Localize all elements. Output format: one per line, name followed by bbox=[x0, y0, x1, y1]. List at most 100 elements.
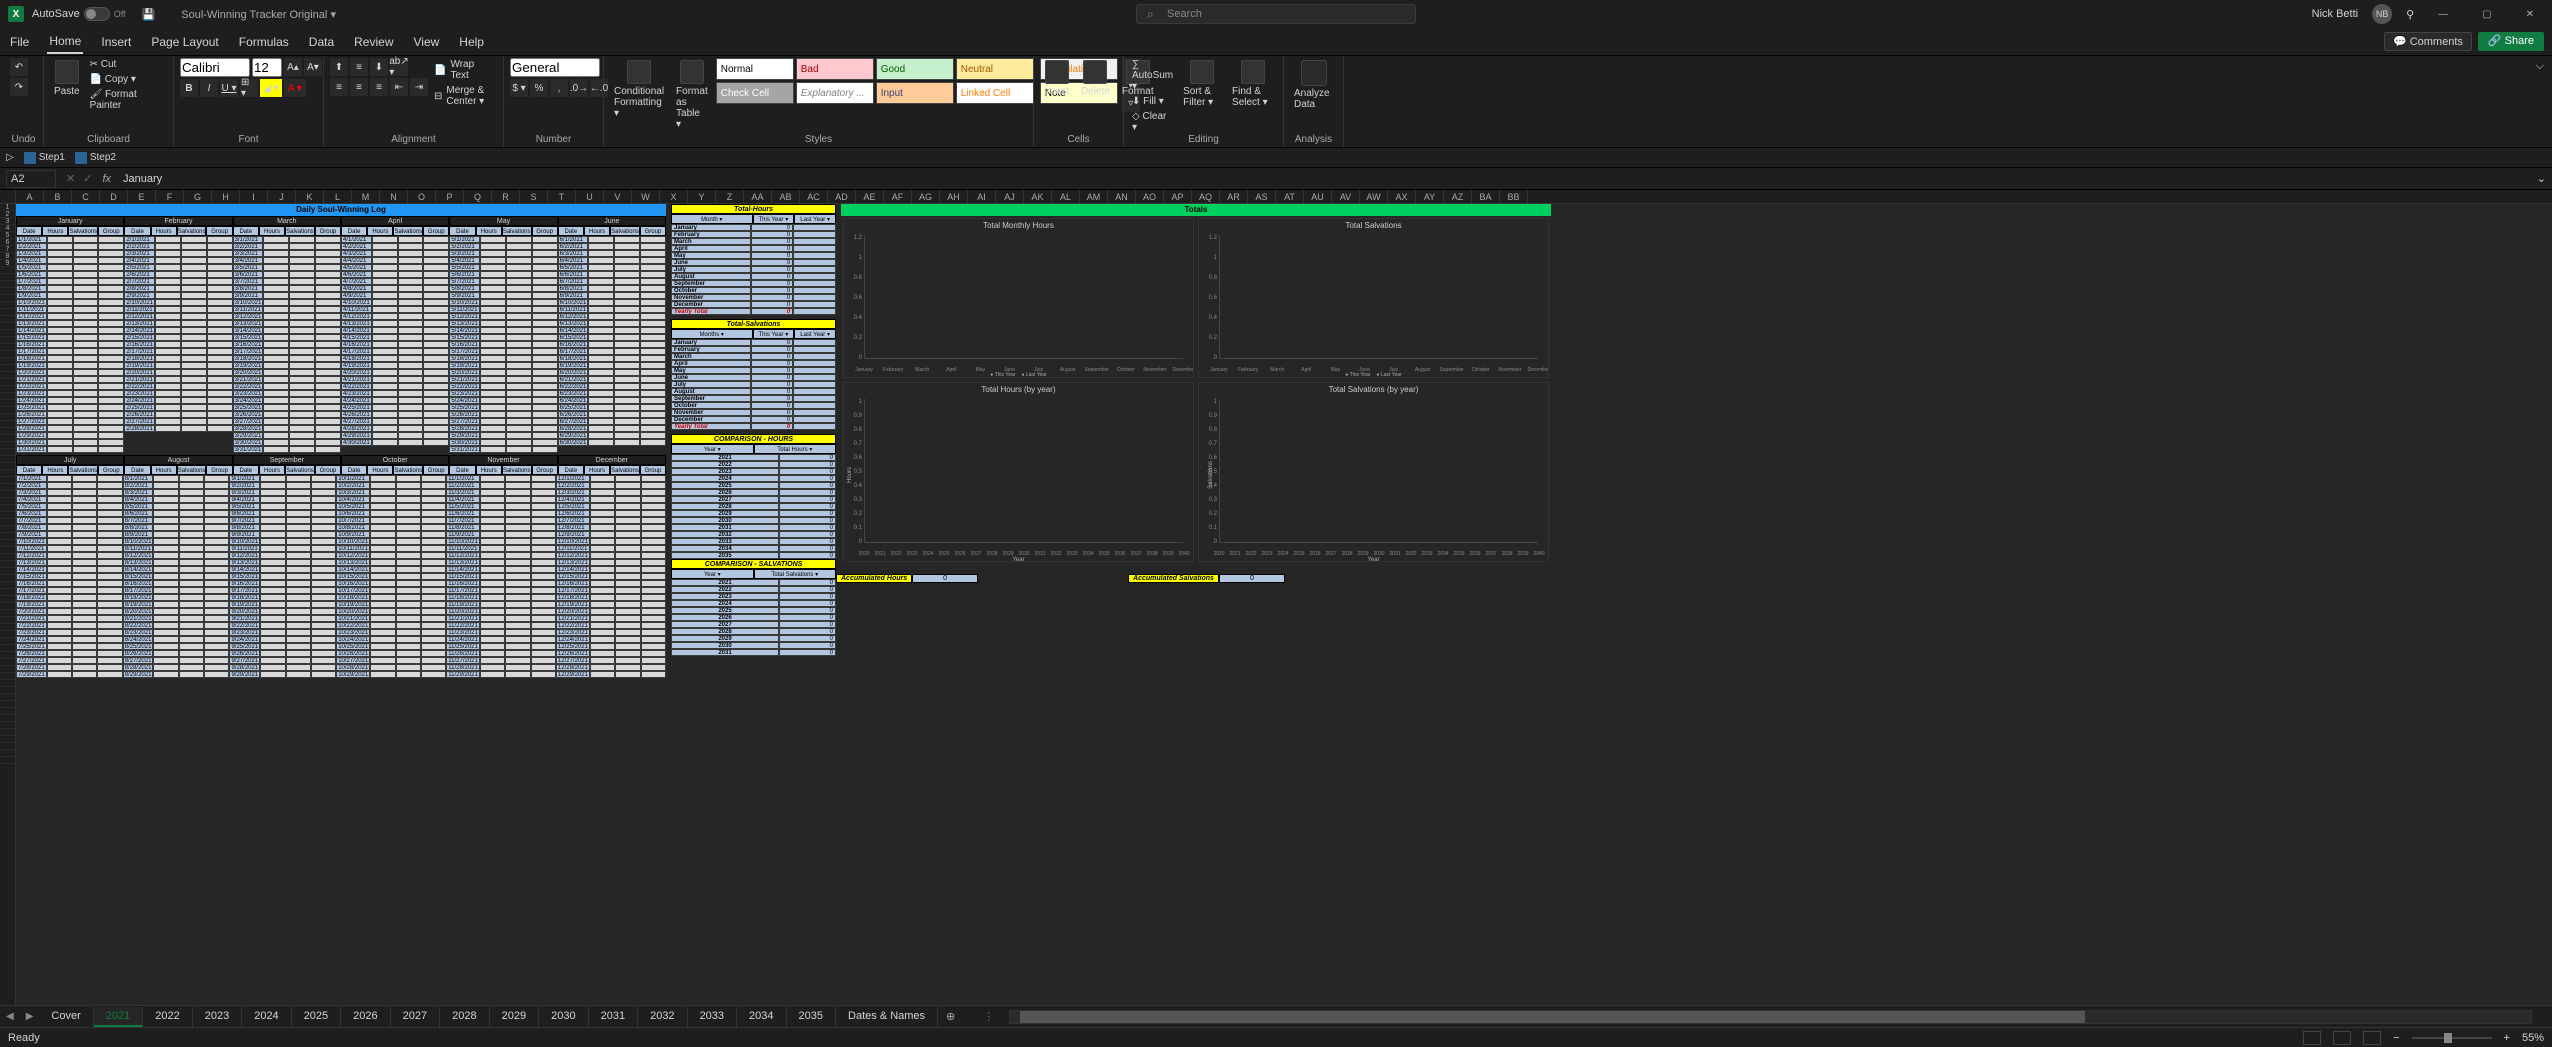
row-header-28[interactable] bbox=[0, 393, 15, 400]
log-cell[interactable]: 4/6/2021 bbox=[341, 271, 372, 278]
log-cell[interactable] bbox=[615, 545, 640, 552]
row-header-6[interactable]: 6 bbox=[0, 239, 15, 246]
log-cell[interactable] bbox=[396, 664, 421, 671]
log-cell[interactable] bbox=[263, 271, 289, 278]
log-cell[interactable]: 9/9/2021 bbox=[229, 531, 260, 538]
log-cell[interactable]: 6/10/2021 bbox=[558, 299, 589, 306]
log-cell[interactable]: 4/30/2021 bbox=[341, 439, 372, 446]
log-cell[interactable] bbox=[506, 306, 532, 313]
col-header-AT[interactable]: AT bbox=[1276, 190, 1304, 203]
select-all-corner[interactable] bbox=[0, 190, 16, 203]
log-cell[interactable] bbox=[181, 404, 207, 411]
log-cell[interactable] bbox=[263, 243, 289, 250]
log-cell[interactable]: 6/1/2021 bbox=[558, 236, 589, 243]
log-cell[interactable]: 3/21/2021 bbox=[233, 376, 264, 383]
log-cell[interactable] bbox=[153, 629, 178, 636]
log-cell[interactable] bbox=[311, 580, 336, 587]
log-cell[interactable] bbox=[286, 503, 311, 510]
log-cell[interactable] bbox=[641, 629, 666, 636]
log-cell[interactable] bbox=[396, 587, 421, 594]
total-row-April[interactable]: April0 bbox=[671, 360, 836, 367]
log-cell[interactable]: 10/11/2021 bbox=[336, 545, 370, 552]
log-cell[interactable] bbox=[289, 313, 315, 320]
log-cell[interactable] bbox=[398, 292, 424, 299]
col-header-Q[interactable]: Q bbox=[464, 190, 492, 203]
log-cell[interactable]: 3/15/2021 bbox=[233, 334, 264, 341]
increase-font-button[interactable]: A▴ bbox=[284, 58, 302, 76]
log-cell[interactable] bbox=[398, 285, 424, 292]
user-avatar[interactable]: NB bbox=[2372, 4, 2392, 24]
log-cell[interactable] bbox=[311, 517, 336, 524]
log-cell[interactable]: 9/28/2021 bbox=[229, 664, 260, 671]
log-cell[interactable] bbox=[47, 292, 73, 299]
log-cell[interactable] bbox=[72, 503, 97, 510]
log-cell[interactable]: 11/22/2021 bbox=[446, 622, 480, 629]
log-cell[interactable] bbox=[641, 517, 666, 524]
log-cell[interactable] bbox=[370, 566, 395, 573]
log-cell[interactable] bbox=[423, 376, 449, 383]
log-cell[interactable] bbox=[73, 341, 99, 348]
log-cell[interactable] bbox=[47, 475, 72, 482]
log-cell[interactable] bbox=[614, 313, 640, 320]
log-cell[interactable] bbox=[421, 552, 446, 559]
zoom-out-button[interactable]: − bbox=[2393, 1032, 2399, 1044]
log-cell[interactable] bbox=[263, 334, 289, 341]
log-cell[interactable]: 5/31/2021 bbox=[449, 446, 480, 453]
log-cell[interactable] bbox=[286, 496, 311, 503]
log-cell[interactable] bbox=[480, 643, 505, 650]
log-cell[interactable] bbox=[289, 418, 315, 425]
col-header-AX[interactable]: AX bbox=[1388, 190, 1416, 203]
log-cell[interactable] bbox=[47, 643, 72, 650]
log-cell[interactable]: 9/20/2021 bbox=[229, 608, 260, 615]
log-cell[interactable]: 7/14/2021 bbox=[16, 566, 47, 573]
log-cell[interactable] bbox=[614, 362, 640, 369]
log-cell[interactable]: 8/27/2021 bbox=[123, 657, 154, 664]
log-cell[interactable] bbox=[480, 369, 506, 376]
log-cell[interactable]: 10/5/2021 bbox=[336, 503, 370, 510]
log-cell[interactable] bbox=[72, 664, 97, 671]
log-cell[interactable] bbox=[590, 622, 615, 629]
log-cell[interactable]: 1/6/2021 bbox=[16, 271, 47, 278]
log-cell[interactable] bbox=[531, 629, 556, 636]
log-cell[interactable] bbox=[641, 475, 666, 482]
col-header-BA[interactable]: BA bbox=[1472, 190, 1500, 203]
log-cell[interactable] bbox=[207, 334, 233, 341]
style-bad[interactable]: Bad bbox=[796, 58, 874, 80]
log-cell[interactable] bbox=[532, 250, 558, 257]
log-cell[interactable] bbox=[423, 348, 449, 355]
log-cell[interactable] bbox=[641, 636, 666, 643]
log-cell[interactable] bbox=[47, 425, 73, 432]
log-cell[interactable]: 12/28/2021 bbox=[556, 664, 590, 671]
log-cell[interactable] bbox=[372, 257, 398, 264]
log-cell[interactable] bbox=[47, 524, 72, 531]
log-cell[interactable] bbox=[97, 671, 122, 678]
log-cell[interactable] bbox=[641, 531, 666, 538]
log-cell[interactable]: 2/13/2021 bbox=[124, 320, 155, 327]
log-cell[interactable] bbox=[311, 552, 336, 559]
log-cell[interactable] bbox=[289, 257, 315, 264]
log-cell[interactable] bbox=[315, 306, 341, 313]
log-cell[interactable] bbox=[286, 517, 311, 524]
log-cell[interactable]: 4/28/2021 bbox=[341, 425, 372, 432]
style-check-cell[interactable]: Check Cell bbox=[716, 82, 794, 104]
log-cell[interactable] bbox=[289, 285, 315, 292]
row-header-24[interactable] bbox=[0, 365, 15, 372]
log-cell[interactable] bbox=[531, 643, 556, 650]
log-cell[interactable] bbox=[311, 482, 336, 489]
comp-row-2028[interactable]: 20280 bbox=[671, 503, 836, 510]
log-cell[interactable] bbox=[480, 362, 506, 369]
maximize-button[interactable]: ▢ bbox=[2472, 9, 2501, 20]
total-row-December[interactable]: December0 bbox=[671, 416, 836, 423]
log-cell[interactable] bbox=[260, 566, 285, 573]
log-cell[interactable] bbox=[315, 257, 341, 264]
col-header-S[interactable]: S bbox=[520, 190, 548, 203]
log-cell[interactable] bbox=[97, 601, 122, 608]
log-cell[interactable] bbox=[153, 517, 178, 524]
log-cell[interactable] bbox=[207, 327, 233, 334]
log-cell[interactable] bbox=[590, 594, 615, 601]
log-cell[interactable] bbox=[421, 503, 446, 510]
log-cell[interactable] bbox=[155, 369, 181, 376]
log-cell[interactable]: 7/12/2021 bbox=[16, 552, 47, 559]
log-cell[interactable] bbox=[480, 538, 505, 545]
log-cell[interactable]: 4/4/2021 bbox=[341, 257, 372, 264]
